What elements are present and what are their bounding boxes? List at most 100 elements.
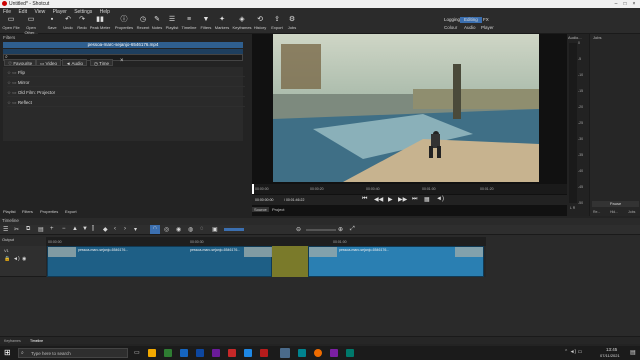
append-icon[interactable]: + <box>50 226 54 232</box>
snap-icon[interactable]: ∩ <box>150 225 160 234</box>
file-explorer-icon[interactable] <box>148 349 156 357</box>
skip-end-icon[interactable]: ⏭ <box>412 196 417 203</box>
clip-2[interactable]: pessoa-marc-sejanjo-6546176... <box>308 246 484 277</box>
fast-forward-icon[interactable]: ▶▶ <box>398 196 407 203</box>
taskbar-app-icon[interactable] <box>228 349 236 357</box>
clock-icon: ◷ <box>94 61 98 66</box>
shotcut-taskbar-icon[interactable] <box>280 348 290 358</box>
marker-icon[interactable]: ◆ <box>103 226 108 233</box>
ripple-markers-icon[interactable]: ◌ <box>200 226 204 232</box>
notifications-icon[interactable]: ▤ <box>630 349 636 356</box>
menu-icon[interactable]: ☰ <box>3 226 8 233</box>
player-tab-project[interactable]: Project <box>270 207 286 212</box>
history-button[interactable]: ⟲ History <box>251 15 269 34</box>
ripple-all-icon[interactable]: ◍ <box>188 226 193 233</box>
copy-icon[interactable]: ⧉ <box>26 226 30 233</box>
clip-1[interactable]: pessoa-marc-sejanjo-6546176... pessoa-ma… <box>47 246 272 277</box>
tab-audio[interactable]: ◄ Audio <box>62 59 87 66</box>
cut-icon[interactable]: ✂ <box>14 226 19 233</box>
zoom-slider[interactable] <box>306 229 336 231</box>
layout-colour[interactable]: Colour <box>444 25 457 30</box>
taskbar-app-icon[interactable] <box>164 349 172 357</box>
scrub-icon[interactable]: ◎ <box>164 226 169 233</box>
player-tab-source[interactable]: Source <box>252 207 269 212</box>
taskbar-app-icon[interactable] <box>180 349 188 357</box>
taskbar-app-icon[interactable] <box>298 349 306 357</box>
mute-icon[interactable]: ◄) <box>13 256 20 262</box>
filter-item-old-film-projector[interactable]: ☆ ▭ Old Film: Projector <box>7 88 245 97</box>
open-file-button[interactable]: ▭ Open File <box>2 15 20 34</box>
filter-item-mirror[interactable]: ☆ ▭ Mirror <box>7 78 245 87</box>
maximize-icon[interactable]: □ <box>621 1 629 7</box>
ripple-icon[interactable]: ◉ <box>176 226 181 233</box>
close-icon[interactable]: × <box>630 1 638 7</box>
system-tray-icons[interactable]: ⌃ ◄) ▭ <box>564 349 582 355</box>
remove-icon[interactable]: − <box>62 226 66 232</box>
open-other-button[interactable]: ▭ Open Other... <box>22 15 40 35</box>
left-tab-export[interactable]: Export <box>65 209 77 214</box>
transition[interactable] <box>272 246 308 277</box>
bottom-tab-timeline[interactable]: Timeline <box>30 339 43 343</box>
tab-favourite[interactable]: ♡ Favourite <box>4 59 37 66</box>
peak-meter-button[interactable]: ▮▮ Peak Meter <box>89 15 111 34</box>
timeline-button[interactable]: ≡ Timeline <box>179 15 199 34</box>
zoom-fit-icon[interactable]: ⤢ <box>350 226 355 233</box>
taskbar-app-icon[interactable] <box>244 349 252 357</box>
folder-open-icon: ▭ <box>7 16 15 23</box>
tab-video[interactable]: ▭ Video <box>36 59 61 66</box>
task-view-icon[interactable]: ▭ <box>134 349 140 356</box>
lift-icon[interactable]: ▲ <box>72 226 78 232</box>
marker-list-icon[interactable]: ▾ <box>134 226 137 233</box>
timecode[interactable]: 00:00:00:00 <box>255 198 274 202</box>
copy-track-icon[interactable]: ▣ <box>212 226 218 233</box>
skip-start-icon[interactable]: ⏮ <box>362 196 367 203</box>
volume-icon[interactable]: ◄) <box>436 196 444 202</box>
bottom-tab-keyframes[interactable]: Keyframes <box>4 339 21 343</box>
jobs-pause-button[interactable]: Pause <box>592 201 639 207</box>
play-icon[interactable]: ▶ <box>388 196 393 203</box>
track-header-v1: V1 🔒 ◄) ◉ <box>0 246 46 277</box>
jobs-tab[interactable]: Jobs <box>628 210 635 214</box>
grid-icon[interactable]: ▦ <box>424 196 430 203</box>
left-tab-playlist[interactable]: Playlist <box>3 209 16 214</box>
taskbar-app-icon[interactable] <box>330 349 338 357</box>
layout-tab-fx[interactable]: FX <box>479 17 493 23</box>
playhead[interactable] <box>252 184 254 194</box>
jobs-remove-button[interactable]: Re... <box>593 210 600 214</box>
properties-button[interactable]: ⓘ Properties <box>113 15 135 34</box>
taskbar-app-icon[interactable] <box>196 349 204 357</box>
tab-time[interactable]: ◷ Time <box>90 59 113 66</box>
layout-audio[interactable]: Audio <box>464 25 476 30</box>
left-tab-properties[interactable]: Properties <box>40 209 58 214</box>
lock-icon[interactable]: 🔒 <box>4 256 10 262</box>
window-title-bar: Untitled* - Shotcut – □ × <box>0 0 640 8</box>
zoom-out-icon[interactable]: ⊖ <box>296 226 301 233</box>
timeline-ruler[interactable]: 00:00:00 00:00:30 00:01:00 <box>46 237 486 246</box>
firefox-icon[interactable] <box>314 349 322 357</box>
taskbar-app-icon[interactable] <box>346 349 354 357</box>
keyframes-button[interactable]: ◈ Keyframes <box>231 15 253 34</box>
jobs-button[interactable]: ⚙ Jobs <box>283 15 301 34</box>
split-icon[interactable]: ⫿ <box>92 226 94 233</box>
zoom-in-icon[interactable]: ⊕ <box>338 226 343 233</box>
overwrite-icon[interactable]: ▼ <box>82 226 88 232</box>
filter-item-flip[interactable]: ☆ ▭ Flip <box>7 68 245 77</box>
previous-marker-icon[interactable]: ‹ <box>114 226 116 232</box>
taskbar-app-icon[interactable] <box>260 349 268 357</box>
layout-player[interactable]: Player <box>481 25 494 30</box>
jobs-hide-button[interactable]: Hid... <box>610 210 618 214</box>
eye-icon[interactable]: ◉ <box>22 256 26 262</box>
minimize-icon[interactable]: – <box>612 1 620 7</box>
zoom-slider-progress[interactable] <box>224 228 244 231</box>
taskbar-search-input[interactable]: ⌕ Type here to search <box>18 348 128 358</box>
taskbar-app-icon[interactable] <box>212 349 220 357</box>
left-tab-filters[interactable]: Filters <box>22 209 33 214</box>
rewind-icon[interactable]: ◀◀ <box>374 196 383 203</box>
paste-icon[interactable]: ▤ <box>38 226 44 233</box>
filter-item-reflect[interactable]: ☆ ▭ Reflect <box>7 98 245 107</box>
close-filter-icon[interactable]: × <box>120 58 124 64</box>
windows-start-icon[interactable]: ⊞ <box>4 348 11 357</box>
next-marker-icon[interactable]: › <box>124 226 126 232</box>
markers-button[interactable]: ✦ Markers <box>213 15 231 34</box>
player-ruler[interactable]: 00:00:00 00:00:20 00:00:40 00:01:00 00:0… <box>252 184 567 194</box>
